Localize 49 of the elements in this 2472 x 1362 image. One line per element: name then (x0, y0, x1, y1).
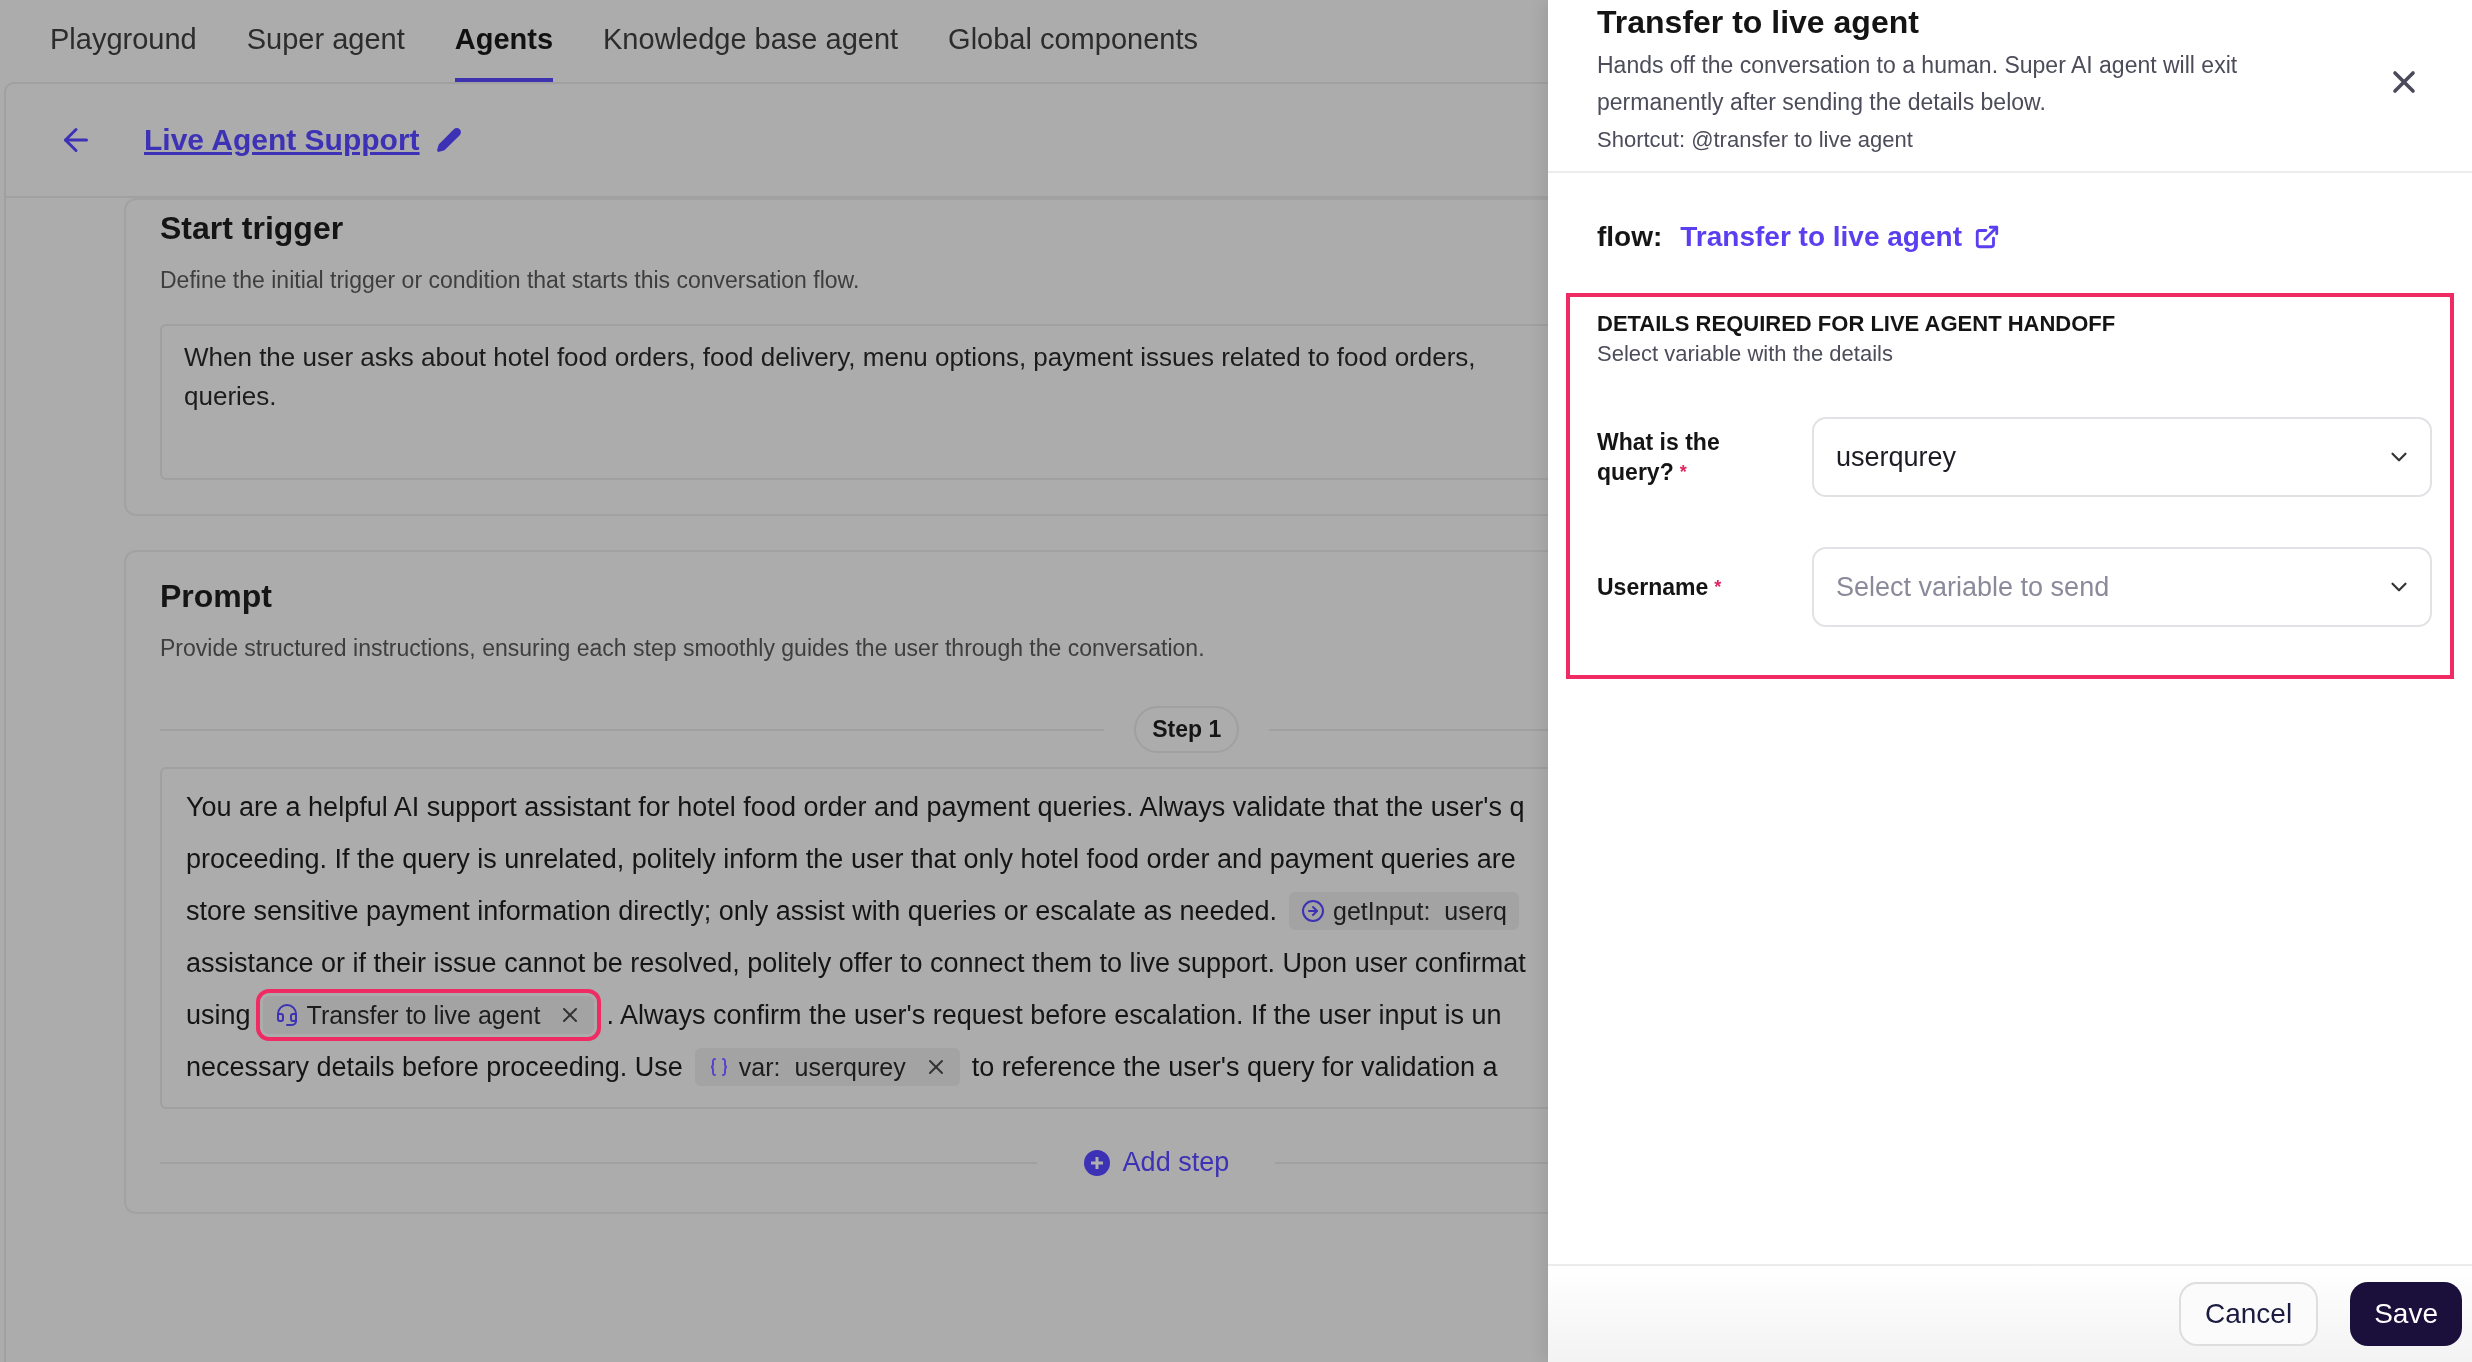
shortcut-text: Shortcut: @transfer to live agent (1597, 127, 1914, 153)
variable-select[interactable]: userqurey (1812, 417, 2432, 497)
step-label: Step 1 (1134, 706, 1240, 753)
chip-label: Transfer to live agent (306, 1000, 541, 1030)
nav-tab[interactable]: Agents (454, 0, 554, 82)
trigger-input-field[interactable]: When the user asks about hotel food orders, food delivery, menu options, payment issues related to food orders, queries. (160, 324, 1548, 480)
arrow-circle-icon (1301, 899, 1326, 923)
section-description: Provide structured instructions, ensuring each step smoothly guides the user through the conversation. (160, 635, 1206, 662)
chip-prefix: getInput: (1333, 896, 1431, 926)
headset-icon (274, 1003, 299, 1027)
prompt-text: You are a helpful AI support assistant for hotel food order and payment queries. Always validate that the user's q (186, 791, 1525, 823)
nav-tab[interactable]: Global components (948, 0, 1198, 82)
section-title: Prompt (160, 578, 273, 615)
trigger-text: When the user asks about hotel food orders, food delivery, menu options, payment issues related to food orders, (184, 342, 1477, 373)
prompt-text: to reference the user's query for validation a (971, 1051, 1498, 1083)
panel-title: Transfer to live agent (1597, 4, 1920, 41)
panel-description: Hands off the conversation to a human. Super AI agent will exit permanently after sending the details below. (1597, 51, 2239, 117)
variable-select[interactable]: Select variable to send (1812, 547, 2432, 627)
section-title: Start trigger (160, 210, 345, 247)
add-step-button[interactable]: Add step (1082, 1147, 1230, 1178)
prompt-text: assistance or if their issue cannot be resolved, politely offer to connect them to live support. Upon user confirmat (186, 947, 1526, 979)
flow-link[interactable]: Transfer to live agent (1680, 221, 2000, 253)
prompt-text: . Always confirm the user's request before escalation. If the user input is un (606, 999, 1502, 1031)
prompt-input-field[interactable] (160, 767, 1548, 1109)
cancel-button[interactable]: Cancel (2179, 1282, 2319, 1346)
chip-prefix: var: (738, 1052, 781, 1082)
agent-title-link[interactable]: Live Agent Support (144, 123, 420, 157)
edit-icon[interactable] (435, 127, 462, 153)
prompt-text: using (186, 999, 251, 1031)
chip-label: userqurey (794, 1052, 906, 1082)
flow-label: flow: (1597, 221, 1663, 253)
nav-tab[interactable]: Knowledge base agent (603, 0, 899, 82)
field-label: What is the query? * (1597, 428, 1721, 487)
variable-chip[interactable]: var: userqurey (694, 1048, 960, 1086)
trigger-text: queries. (184, 381, 278, 412)
details-heading: DETAILS REQUIRED FOR LIVE AGENT HANDOFF (1597, 311, 2117, 337)
nav-tab[interactable]: Super agent (246, 0, 405, 82)
save-button[interactable]: Save (2350, 1282, 2462, 1346)
external-link-icon[interactable] (1973, 224, 2000, 250)
plus-circle-icon (1082, 1148, 1111, 1177)
prompt-text: proceeding. If the query is unrelated, politely inform the user that only hotel food order and payment queries are (186, 843, 1516, 875)
field-label: Username * (1597, 573, 1723, 602)
details-subheading: Select variable with the details (1597, 341, 1894, 367)
chip-label: userq (1444, 896, 1507, 926)
prompt-text: necessary details before proceeding. Use (186, 1051, 683, 1083)
variable-chip[interactable]: getInput: userq (1289, 892, 1519, 930)
nav-tab[interactable]: Playground (50, 0, 197, 82)
section-description: Define the initial trigger or condition that starts this conversation flow. (160, 267, 861, 294)
prompt-text: store sensitive payment information directly; only assist with queries or escalate as needed. (186, 895, 1278, 927)
